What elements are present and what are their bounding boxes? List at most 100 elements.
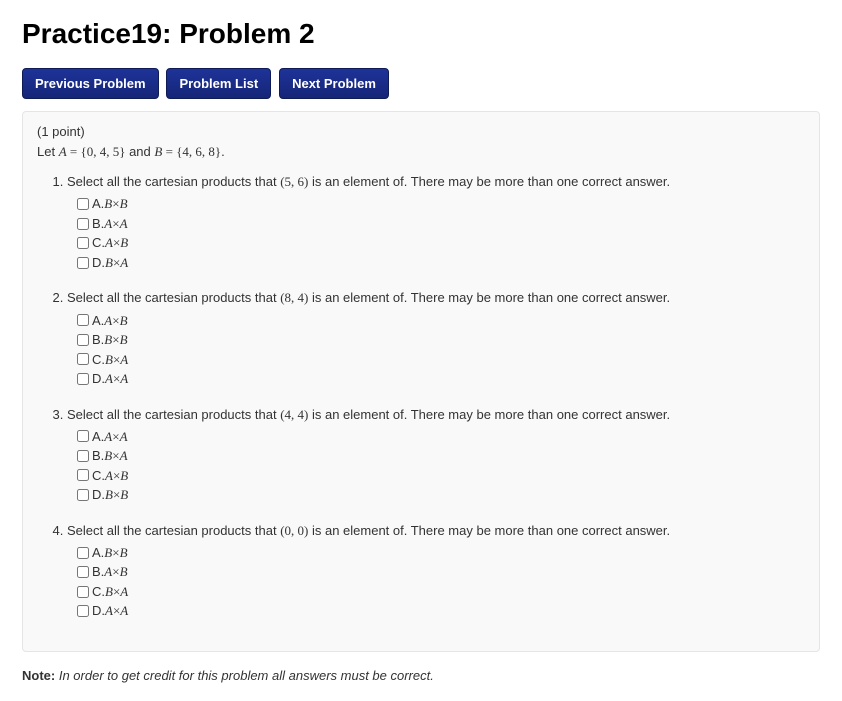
option-row: B. A × B [77, 562, 805, 582]
option-right-set: A [120, 253, 128, 273]
times-icon: × [112, 543, 119, 563]
problem-box: (1 point) Let A = {0, 4, 5} and B = {4, … [22, 111, 820, 652]
option-right-set: A [120, 369, 128, 389]
times-icon: × [113, 233, 120, 253]
option-letter: D. [92, 485, 105, 505]
option-right-set: B [120, 330, 128, 350]
option-left-set: B [105, 253, 113, 273]
intro-eq2: = [162, 144, 176, 159]
question-prompt: Select all the cartesian products that (… [67, 405, 805, 425]
option-checkbox[interactable] [77, 257, 89, 269]
nav-buttons: Previous Problem Problem List Next Probl… [22, 68, 820, 99]
option-left-set: A [105, 601, 113, 621]
option-row: D. B × A [77, 253, 805, 273]
option-right-set: B [120, 485, 128, 505]
option-right-set: B [120, 562, 128, 582]
option-checkbox[interactable] [77, 605, 89, 617]
option-letter: B. [92, 446, 104, 466]
option-checkbox[interactable] [77, 547, 89, 559]
option-letter: D. [92, 253, 105, 273]
times-icon: × [113, 466, 120, 486]
option-letter: C. [92, 466, 105, 486]
option-left-set: A [104, 311, 112, 331]
option-checkbox[interactable] [77, 469, 89, 481]
option-checkbox[interactable] [77, 373, 89, 385]
option-row: C. A × B [77, 466, 805, 486]
option-row: C. B × A [77, 582, 805, 602]
option-checkbox[interactable] [77, 314, 89, 326]
options: A. A × AB. B × AC. A × BD. B × B [67, 427, 805, 505]
option-left-set: B [104, 446, 112, 466]
next-problem-button[interactable]: Next Problem [279, 68, 389, 99]
question-prefix: Select all the cartesian products that [67, 407, 280, 422]
option-checkbox[interactable] [77, 198, 89, 210]
question-prefix: Select all the cartesian products that [67, 174, 280, 189]
option-row: A. B × B [77, 543, 805, 563]
questions-list: Select all the cartesian products that (… [37, 172, 805, 621]
option-left-set: A [105, 233, 113, 253]
option-letter: A. [92, 311, 104, 331]
option-left-set: B [105, 582, 113, 602]
option-left-set: A [105, 369, 113, 389]
option-left-set: A [104, 562, 112, 582]
option-checkbox[interactable] [77, 489, 89, 501]
intro-period: . [221, 144, 225, 159]
option-right-set: A [120, 427, 128, 447]
intro-let: Let [37, 144, 59, 159]
option-row: C. B × A [77, 350, 805, 370]
option-letter: B. [92, 562, 104, 582]
option-checkbox[interactable] [77, 353, 89, 365]
option-letter: D. [92, 369, 105, 389]
question-prompt: Select all the cartesian products that (… [67, 521, 805, 541]
previous-problem-button[interactable]: Previous Problem [22, 68, 159, 99]
times-icon: × [112, 330, 119, 350]
option-left-set: A [104, 427, 112, 447]
option-right-set: B [120, 466, 128, 486]
option-row: B. B × A [77, 446, 805, 466]
option-checkbox[interactable] [77, 237, 89, 249]
option-right-set: B [120, 233, 128, 253]
option-checkbox[interactable] [77, 586, 89, 598]
question-prompt: Select all the cartesian products that (… [67, 172, 805, 192]
options: A. B × BB. A × BC. B × AD. A × A [67, 543, 805, 621]
option-row: A. A × B [77, 311, 805, 331]
times-icon: × [112, 427, 119, 447]
question-tuple: (0, 0) [280, 523, 308, 538]
note-label: Note: [22, 668, 55, 683]
question-prompt: Select all the cartesian products that (… [67, 288, 805, 308]
question-tuple: (5, 6) [280, 174, 308, 189]
times-icon: × [112, 214, 119, 234]
option-letter: B. [92, 214, 104, 234]
intro-and: and [125, 144, 154, 159]
page-title: Practice19: Problem 2 [22, 18, 820, 50]
options: A. A × BB. B × BC. B × AD. A × A [67, 311, 805, 389]
times-icon: × [112, 446, 119, 466]
option-letter: C. [92, 582, 105, 602]
option-right-set: A [120, 446, 128, 466]
times-icon: × [112, 194, 119, 214]
option-row: A. B × B [77, 194, 805, 214]
question-item: Select all the cartesian products that (… [67, 172, 805, 272]
problem-intro: Let A = {0, 4, 5} and B = {4, 6, 8}. [37, 142, 805, 162]
option-checkbox[interactable] [77, 430, 89, 442]
question-tuple: (8, 4) [280, 290, 308, 305]
question-prefix: Select all the cartesian products that [67, 290, 280, 305]
times-icon: × [113, 485, 120, 505]
option-row: C. A × B [77, 233, 805, 253]
question-suffix: is an element of. There may be more than… [308, 407, 670, 422]
option-row: A. A × A [77, 427, 805, 447]
option-left-set: A [105, 466, 113, 486]
option-right-set: B [120, 194, 128, 214]
option-letter: A. [92, 543, 104, 563]
question-suffix: is an element of. There may be more than… [308, 174, 670, 189]
note-text-content: In order to get credit for this problem … [59, 668, 434, 683]
option-checkbox[interactable] [77, 334, 89, 346]
option-right-set: A [120, 582, 128, 602]
option-left-set: A [104, 214, 112, 234]
option-checkbox[interactable] [77, 566, 89, 578]
option-checkbox[interactable] [77, 218, 89, 230]
points-label: (1 point) [37, 122, 805, 142]
option-checkbox[interactable] [77, 450, 89, 462]
problem-list-button[interactable]: Problem List [166, 68, 271, 99]
times-icon: × [112, 562, 119, 582]
